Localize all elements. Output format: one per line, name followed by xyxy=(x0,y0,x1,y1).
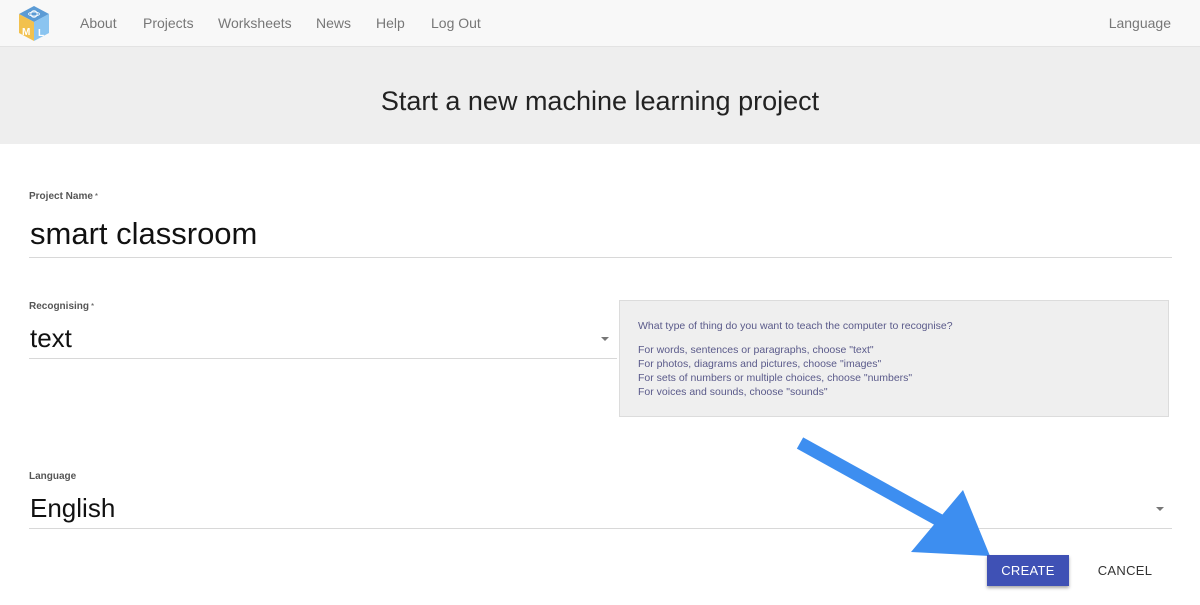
annotation-arrow-icon xyxy=(796,437,990,556)
cancel-button[interactable]: CANCEL xyxy=(1086,555,1164,586)
create-button[interactable]: CREATE xyxy=(987,555,1069,586)
